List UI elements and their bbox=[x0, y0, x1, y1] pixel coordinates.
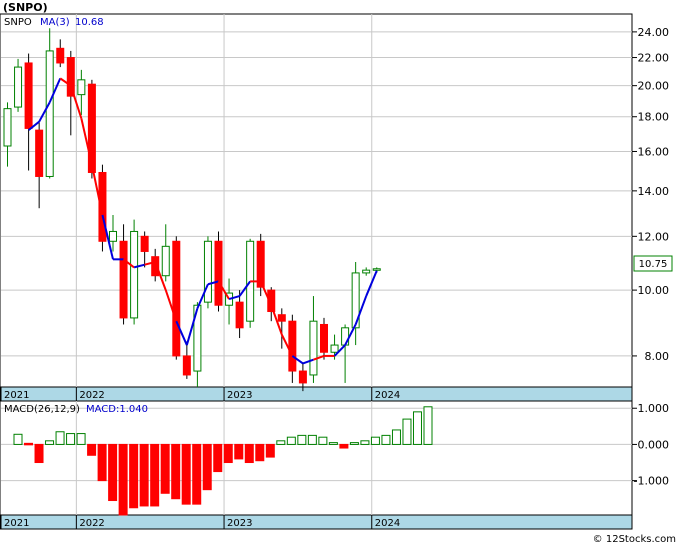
macd-year-label: 2022 bbox=[79, 518, 104, 529]
macd-bar bbox=[55, 431, 65, 445]
price-year-label: 2023 bbox=[227, 390, 252, 401]
legend-ma-value: 10.68 bbox=[75, 17, 104, 28]
stock-chart: 2021 2021 2022 2022 2023 2023 2024 2024 24.00 22.… bbox=[0, 0, 680, 546]
macd-bar bbox=[13, 433, 23, 445]
candle-body bbox=[172, 240, 181, 357]
macd-bar bbox=[45, 440, 55, 445]
candle-body bbox=[35, 129, 44, 177]
macd-tick-label: -1.000 bbox=[634, 475, 669, 488]
price-tick-label: 18.00 bbox=[638, 111, 670, 124]
price-tick-label: 14.00 bbox=[638, 185, 670, 198]
macd-bar bbox=[265, 443, 275, 458]
macd-bar bbox=[118, 443, 128, 516]
macd-bar bbox=[307, 434, 317, 445]
macd-panel-frame bbox=[0, 400, 633, 516]
candle-body bbox=[140, 235, 149, 252]
price-tick-label: 10.00 bbox=[638, 284, 670, 297]
macd-bar bbox=[349, 442, 359, 445]
candle-body bbox=[56, 47, 65, 64]
macd-bar bbox=[381, 434, 391, 445]
chart-svg: 2021 2021 2022 2022 2023 2023 2024 2024 24.00 22.… bbox=[0, 1, 676, 545]
candle-body bbox=[161, 245, 170, 277]
macd-bar bbox=[244, 443, 254, 464]
candle-body bbox=[298, 370, 307, 384]
macd-bar bbox=[129, 443, 139, 509]
candle-body bbox=[320, 323, 328, 353]
candle-body bbox=[203, 240, 212, 303]
price-year-label: 2021 bbox=[4, 390, 29, 401]
macd-bar bbox=[370, 436, 380, 445]
price-tick-label: 16.00 bbox=[638, 145, 670, 158]
legend-symbol: SNPO bbox=[4, 17, 32, 28]
candle-body bbox=[109, 230, 117, 242]
price-year-label: 2024 bbox=[375, 390, 400, 401]
macd-tick-label: 0.000 bbox=[638, 438, 670, 451]
macd-bar bbox=[97, 443, 107, 482]
candle-body bbox=[277, 314, 286, 322]
macd-bar bbox=[108, 443, 118, 502]
price-year-label: 2022 bbox=[79, 390, 104, 401]
candle-body bbox=[119, 240, 128, 319]
macd-bar bbox=[234, 443, 244, 460]
macd-bar bbox=[412, 411, 422, 445]
candle-body bbox=[14, 66, 23, 108]
macd-bar bbox=[339, 443, 349, 449]
macd-year-label: 2023 bbox=[227, 518, 252, 529]
candle-body bbox=[214, 240, 223, 306]
macd-bar bbox=[150, 443, 160, 507]
macd-bar bbox=[160, 443, 170, 494]
macd-bar bbox=[192, 443, 202, 505]
price-tick-label: 20.00 bbox=[638, 80, 670, 93]
macd-year-label: 2021 bbox=[4, 518, 29, 529]
candle-body bbox=[24, 62, 33, 129]
candle-body bbox=[309, 320, 318, 376]
candle-body bbox=[372, 268, 381, 271]
candle-body bbox=[330, 344, 339, 353]
candle-body bbox=[3, 108, 12, 147]
current-price-label: 10.75 bbox=[639, 259, 668, 270]
candle-body bbox=[87, 83, 96, 173]
macd-bar bbox=[328, 442, 338, 445]
macd-bar bbox=[276, 440, 286, 445]
macd-legend-label: MACD(26,12,9) bbox=[4, 404, 80, 415]
macd-bar bbox=[402, 418, 412, 445]
candle-body bbox=[362, 269, 371, 274]
watermark: © 12Stocks.com bbox=[593, 534, 676, 545]
macd-tick-label: 1.000 bbox=[638, 402, 670, 415]
macd-bar bbox=[391, 429, 401, 445]
macd-legend-value: MACD:1.040 bbox=[86, 404, 148, 415]
macd-bar bbox=[139, 443, 149, 507]
macd-bar bbox=[423, 406, 433, 445]
candle-body bbox=[341, 327, 350, 346]
legend-ma-label: MA(3) bbox=[40, 17, 70, 28]
macd-bar bbox=[76, 433, 86, 445]
macd-year-label: 2024 bbox=[375, 518, 400, 529]
macd-bar bbox=[318, 436, 328, 445]
price-tick-label: 24.00 bbox=[638, 26, 670, 39]
macd-bar bbox=[297, 434, 307, 445]
candle-body bbox=[77, 79, 86, 96]
candle-body bbox=[235, 301, 244, 329]
chart-title: (SNPO) bbox=[3, 1, 48, 14]
macd-bar bbox=[255, 443, 265, 462]
price-tick-label: 12.00 bbox=[638, 230, 670, 243]
macd-bar bbox=[171, 443, 181, 500]
macd-bar bbox=[213, 443, 223, 473]
macd-bar bbox=[286, 436, 296, 445]
macd-bar bbox=[24, 442, 34, 446]
macd-bar bbox=[66, 433, 76, 445]
candle-body bbox=[256, 240, 265, 288]
macd-bar bbox=[202, 443, 212, 491]
macd-bar bbox=[87, 443, 97, 456]
price-tick-label: 8.00 bbox=[645, 350, 670, 363]
candle-body bbox=[130, 230, 139, 319]
macd-bar bbox=[360, 440, 370, 445]
macd-bar bbox=[181, 443, 191, 505]
candle-body bbox=[288, 320, 297, 372]
macd-bar bbox=[34, 443, 44, 464]
candle-body bbox=[45, 50, 54, 177]
macd-bar bbox=[223, 443, 233, 464]
price-tick-label: 22.00 bbox=[638, 52, 670, 65]
candle-body bbox=[182, 355, 191, 376]
